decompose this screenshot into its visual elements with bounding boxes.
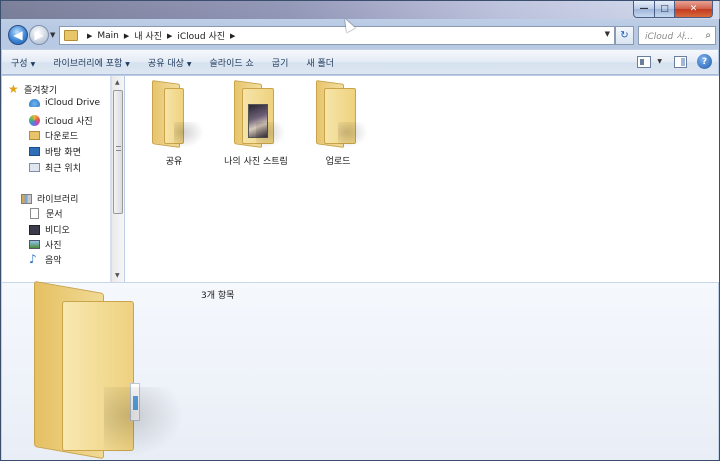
view-options-dropdown-icon[interactable]: ▼ — [657, 58, 662, 65]
folder-photostream-icon — [234, 80, 286, 148]
breadcrumb-main[interactable]: Main — [97, 31, 119, 41]
icloud-photos-icon — [29, 115, 40, 126]
organize-label: 구성 — [11, 58, 28, 69]
breadcrumb-my-pictures[interactable]: 내 사진 — [134, 29, 162, 42]
share-with-label: 공유 대상 — [147, 58, 184, 69]
documents-icon — [30, 208, 39, 219]
nav-item-videos[interactable]: 비디오 — [29, 223, 70, 236]
pictures-icon — [29, 240, 40, 249]
videos-icon — [29, 224, 40, 235]
nav-item-label: 바탕 화면 — [45, 148, 81, 158]
command-bar: 구성 ▼ 라이브러리에 포함 ▼ 공유 대상 ▼ 슬라이드 쇼 굽기 새 폴더 ▼ ? — [2, 49, 718, 75]
nav-item-label: iCloud Drive — [45, 98, 101, 108]
folder-label: 나의 사진 스트림 — [224, 157, 288, 167]
nav-item-pictures[interactable]: 사진 — [29, 238, 62, 251]
minimize-button[interactable]: — — [633, 1, 655, 18]
recent-pages-dropdown[interactable]: ▼ — [50, 31, 55, 39]
item-count: 3개 항목 — [201, 291, 235, 301]
back-button[interactable]: ◀ — [8, 25, 28, 45]
nav-item-label: 음악 — [45, 256, 62, 266]
nav-item-label: 비디오 — [45, 226, 70, 236]
recent-places-icon — [29, 163, 40, 172]
nav-item-recent-places[interactable]: 최근 위치 — [29, 161, 81, 174]
search-input[interactable]: iCloud 사... ⌕ — [638, 26, 716, 45]
caption-buttons: — □ ✕ — [633, 1, 713, 18]
nav-item-label: 사진 — [45, 241, 62, 251]
preview-pane-icon[interactable] — [674, 55, 687, 68]
refresh-button[interactable]: ↻ — [615, 26, 634, 45]
address-row: ◀ ▶ ▼ ▶ Main ▶ 내 사진 ▶ iCloud 사진 ▶ ▼ ↻ iC… — [1, 21, 719, 48]
organize-menu[interactable]: 구성 ▼ — [2, 56, 44, 69]
folder-shared-icon — [152, 80, 204, 148]
breadcrumb-separator-icon[interactable]: ▶ — [124, 32, 129, 40]
scroll-down-icon[interactable]: ▼ — [115, 272, 120, 279]
help-icon[interactable]: ? — [697, 54, 712, 69]
dropdown-arrow-icon: ▼ — [30, 60, 36, 68]
explorer-window: — □ ✕ ◀ ▶ ▼ ▶ Main ▶ 내 사진 ▶ iCloud 사진 ▶ … — [0, 0, 720, 461]
address-bar[interactable]: ▶ Main ▶ 내 사진 ▶ iCloud 사진 ▶ ▼ — [59, 26, 615, 45]
nav-item-downloads[interactable]: 다운로드 — [29, 129, 78, 142]
breadcrumb-separator-icon[interactable]: ▶ — [167, 32, 172, 40]
scroll-up-icon[interactable]: ▲ — [115, 79, 120, 86]
dropdown-arrow-icon: ▼ — [125, 60, 130, 68]
nav-item-icloud-drive[interactable]: iCloud Drive — [29, 98, 100, 108]
music-icon: ♪ — [29, 252, 37, 266]
nav-item-label: 최근 위치 — [45, 164, 81, 174]
icloud-drive-icon — [29, 99, 40, 107]
new-folder-button[interactable]: 새 폴더 — [297, 56, 343, 69]
details-folder-icon — [34, 280, 184, 460]
breadcrumb-separator-icon[interactable]: ▶ — [230, 32, 235, 40]
navigation-scrollbar[interactable]: ▲ ▼ — [111, 76, 124, 282]
folder-item-upload[interactable]: 업로드 — [298, 78, 378, 170]
command-bar-right: ▼ ? — [637, 54, 712, 69]
nav-libraries[interactable]: 라이브러리 — [21, 192, 78, 205]
back-arrow-icon: ◀ — [13, 28, 23, 42]
close-button[interactable]: ✕ — [675, 1, 713, 18]
nav-item-icloud-photos[interactable]: iCloud 사진 — [29, 114, 93, 127]
folder-upload-icon — [316, 80, 368, 148]
forward-arrow-icon: ▶ — [34, 28, 44, 42]
folder-icon — [64, 30, 78, 41]
nav-item-desktop[interactable]: 바탕 화면 — [29, 145, 81, 158]
nav-item-documents[interactable]: 문서 — [30, 207, 63, 220]
folder-label: 공유 — [165, 157, 183, 167]
burn-button[interactable]: 굽기 — [263, 56, 298, 69]
navigation-pane: ★ 즐겨찾기 iCloud Drive iCloud 사진 다운로드 바탕 화면… — [2, 76, 111, 282]
folder-item-photostream[interactable]: 나의 사진 스트림 — [216, 78, 296, 170]
slideshow-button[interactable]: 슬라이드 쇼 — [201, 56, 263, 69]
downloads-folder-icon — [29, 131, 40, 140]
library-icon — [21, 193, 32, 204]
search-placeholder: iCloud 사... — [645, 32, 693, 42]
include-library-label: 라이브러리에 포함 — [53, 58, 123, 69]
file-list: 공유 나의 사진 스트림 업로드 — [125, 76, 719, 282]
nav-item-label: 문서 — [46, 210, 63, 220]
search-icon[interactable]: ⌕ — [705, 30, 711, 41]
maximize-button[interactable]: □ — [655, 1, 675, 18]
breadcrumb-icloud-photos[interactable]: iCloud 사진 — [177, 29, 225, 42]
scrollbar-thumb[interactable] — [113, 90, 123, 214]
nav-item-music[interactable]: ♪ 음악 — [29, 253, 62, 266]
title-bar[interactable] — [1, 1, 720, 19]
forward-button[interactable]: ▶ — [29, 25, 49, 45]
include-in-library-menu[interactable]: 라이브러리에 포함 ▼ — [44, 56, 139, 69]
breadcrumb-separator-icon[interactable]: ▶ — [87, 32, 92, 40]
nav-favorites-label: 즐겨찾기 — [24, 86, 58, 96]
folder-label: 업로드 — [325, 157, 351, 167]
nav-item-label: iCloud 사진 — [45, 117, 93, 127]
folder-item-shared[interactable]: 공유 — [134, 78, 214, 170]
desktop-icon — [29, 147, 40, 156]
change-view-icon[interactable] — [637, 55, 652, 68]
star-icon: ★ — [8, 82, 19, 96]
dropdown-arrow-icon: ▼ — [186, 60, 192, 68]
details-pane: 3개 항목 — [2, 280, 718, 460]
share-with-menu[interactable]: 공유 대상 ▼ — [139, 56, 201, 69]
nav-item-label: 다운로드 — [45, 132, 79, 142]
scrollbar-grip — [116, 146, 121, 151]
address-dropdown-icon[interactable]: ▼ — [605, 30, 610, 38]
nav-favorites[interactable]: ★ 즐겨찾기 — [8, 83, 57, 96]
refresh-icon: ↻ — [620, 30, 629, 41]
nav-libraries-label: 라이브러리 — [37, 195, 79, 205]
